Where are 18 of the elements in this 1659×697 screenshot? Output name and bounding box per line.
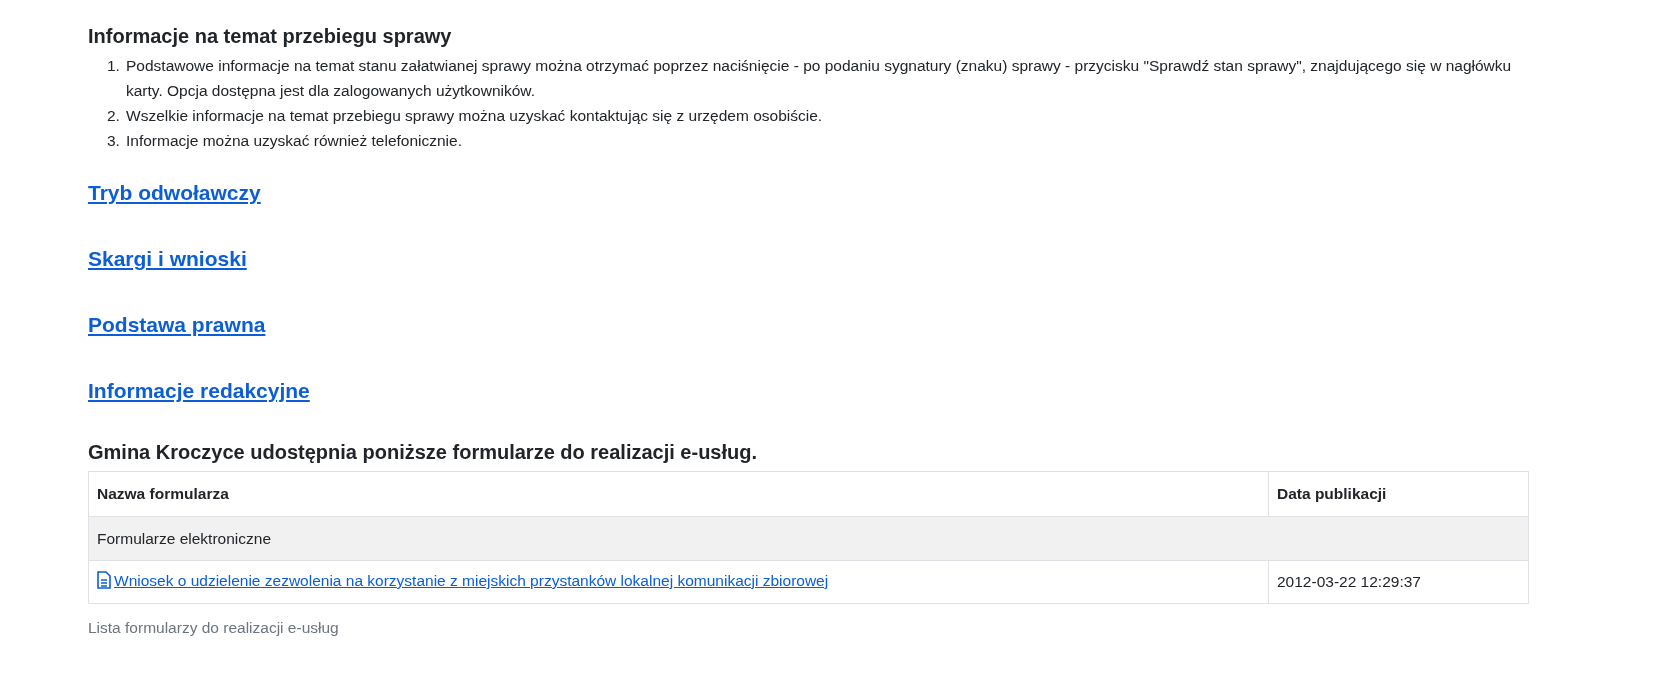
column-header: Nazwa formularza: [88, 471, 1269, 517]
column-header: Data publikacji: [1268, 471, 1529, 517]
section-link[interactable]: Skargi i wnioski: [88, 245, 247, 272]
list-text: Podstawowe informacje na temat stanu załatwianej sprawy można otrzymać poprzez naciśnięcie - po podaniu sygnatury (znaku) sprawy - przycisku "Sprawdź stan sprawy", znajdującego się w nagłówku karty. Opcja dostępna jest dla zalogowanych użytkowników.: [125, 56, 1513, 101]
list-number: 2.: [107, 106, 121, 126]
section-link[interactable]: Tryb odwoławczy: [88, 179, 261, 206]
table-cell: 2012-03-22 12:29:37: [1268, 560, 1529, 604]
section-link[interactable]: Informacje redakcyjne: [88, 377, 310, 404]
list-number: 3.: [107, 131, 121, 151]
group-row: Formularze elektroniczne: [88, 516, 1529, 561]
section-heading: Informacje na temat przebiegu sprawy: [88, 24, 453, 49]
list-text: Informacje można uzyskać również telefonicznie.: [125, 131, 462, 151]
section-link[interactable]: Podstawa prawna: [88, 311, 266, 338]
list-text: Wszelkie informacje na temat przebiegu sprawy można uzyskać kontaktując się z urzędem osobiście.: [125, 106, 823, 126]
table-caption: Lista formularzy do realizacji e-usług: [88, 618, 340, 638]
forms-heading: Gmina Kroczyce udostępnia poniższe formularze do realizacji e-usług.: [88, 440, 759, 465]
list-number: 1.: [107, 56, 121, 76]
document-icon: [97, 571, 111, 590]
